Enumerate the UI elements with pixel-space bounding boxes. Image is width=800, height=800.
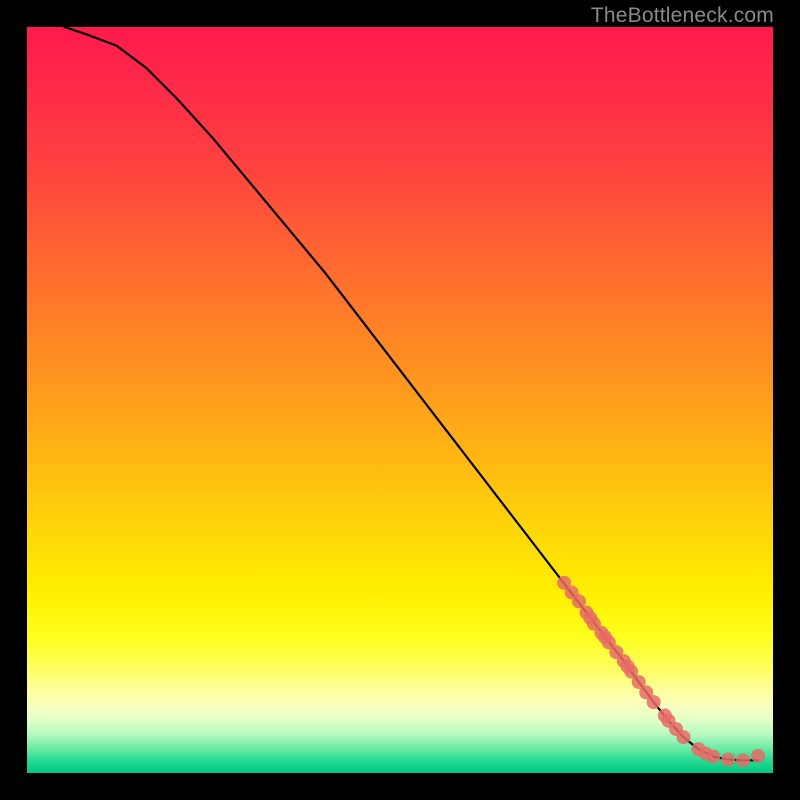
- curve-path: [64, 27, 758, 760]
- scatter-point: [676, 730, 690, 744]
- curve-line: [64, 27, 758, 760]
- scatter-point: [647, 695, 661, 709]
- plot-area: [27, 27, 773, 773]
- watermark-text: TheBottleneck.com: [591, 4, 774, 28]
- scatter-point: [721, 753, 735, 767]
- scatter-point: [751, 749, 765, 763]
- scatter-markers: [557, 576, 765, 768]
- scatter-point: [706, 750, 720, 764]
- chart-stage: TheBottleneck.com: [0, 0, 800, 800]
- scatter-point: [736, 753, 750, 767]
- plot-svg: [27, 27, 773, 773]
